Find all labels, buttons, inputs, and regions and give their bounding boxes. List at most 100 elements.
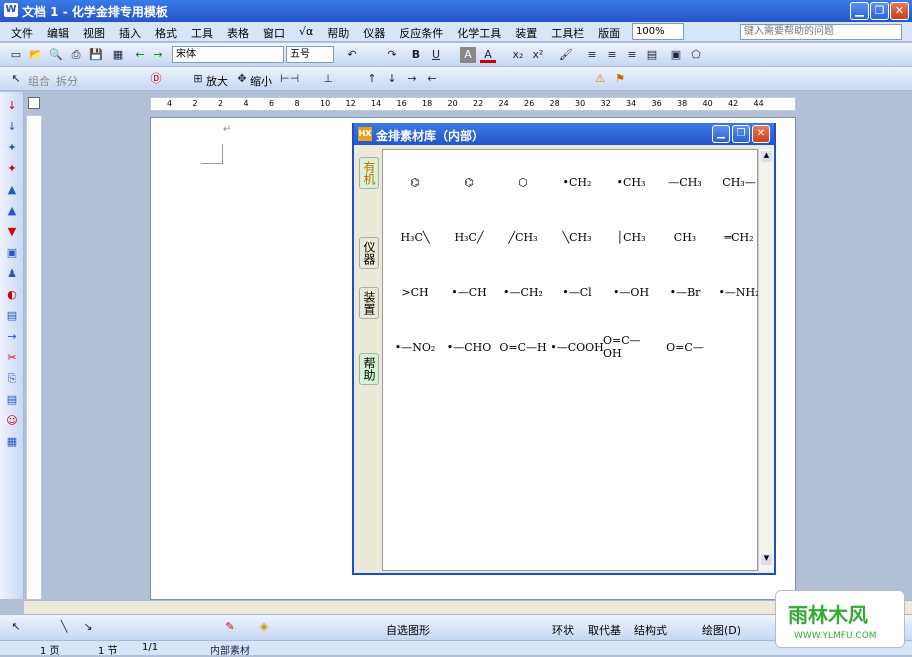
menu-item-8[interactable]: √α [292,25,320,41]
font-size-select[interactable]: 五号 [286,46,334,63]
chem-symbol-icon[interactable]: Ⓓ [148,71,164,87]
zoom-select[interactable]: 100% [632,23,684,40]
menu-item-9[interactable]: 帮助 [320,25,356,41]
line-color-icon[interactable]: ✎ [222,619,238,635]
structure-item[interactable]: •—COOH [549,327,605,367]
underline-icon[interactable]: U [428,47,444,63]
arrow-down-icon[interactable]: ↓ [384,71,400,87]
structure-item[interactable]: ⌬ [387,162,443,202]
tool-icon[interactable]: ▼ [4,224,20,240]
open-folder-icon[interactable]: 📂 [28,47,44,63]
frame-icon[interactable]: ▣ [668,47,684,63]
tab-organic[interactable]: 有机 [359,157,379,189]
expand-h-icon[interactable]: ⊢⊣ [280,71,299,87]
structure-item[interactable]: │CH₃ [603,217,659,257]
arrow-right-icon[interactable]: → [404,71,420,87]
forward-arrow-icon[interactable]: → [150,47,166,63]
horizontal-ruler[interactable]: 4 2 2 4 6 8 10 12 14 16 18 20 22 24 26 28 30 32 34 36 38 40 42… [150,97,796,111]
redo-icon[interactable]: ↷ [384,47,400,63]
save-icon[interactable]: 💾 [88,47,104,63]
structure-item[interactable]: ⬡ [495,162,551,202]
undo-icon[interactable]: ↶ [344,47,360,63]
ungroup-button[interactable]: 拆分 [56,73,78,89]
structure-item[interactable]: •—OH [603,272,659,312]
structure-item[interactable]: O=C— [657,327,713,367]
tool-icon[interactable]: ▲ [4,182,20,198]
tool-icon[interactable]: ⎘ [4,371,20,387]
tool-icon[interactable]: ▦ [4,434,20,450]
minimize-button[interactable]: ▁ [850,2,869,20]
tool-icon[interactable]: ✦ [4,161,20,177]
structure-item[interactable]: O=C—OH [603,327,659,367]
align-left-icon[interactable]: ≡ [584,47,600,63]
tool-icon[interactable]: ▣ [4,245,20,261]
zoom-out-button[interactable]: 缩小 [250,73,272,89]
tool-icon[interactable]: ▤ [4,392,20,408]
help-search-input[interactable]: 键入需要帮助的问题 [740,24,902,40]
structure-item[interactable]: CH₃ [657,217,713,257]
menu-item-0[interactable]: 文件 [4,25,40,41]
structure-item[interactable]: •—Cl [549,272,605,312]
new-doc-icon[interactable]: ▭ [8,47,24,63]
group-button[interactable]: 组合 [28,73,50,89]
dialog-close-button[interactable]: ✕ [752,125,770,143]
formula-menu[interactable]: 结构式 [634,622,667,638]
palette-scrollbar[interactable]: ▲ ▼ [758,149,774,571]
structure-item[interactable]: H₃C╲ [387,217,443,257]
structure-item[interactable]: O=C—H [495,327,551,367]
font-color-icon[interactable]: A [480,47,496,63]
vertical-ruler[interactable] [26,115,42,600]
structure-item[interactable]: —CH₃ [657,162,713,202]
menu-item-3[interactable]: 插入 [112,25,148,41]
print-preview-icon[interactable]: 🔍 [48,47,64,63]
fill-color-icon[interactable]: ◈ [256,619,272,635]
zoom-in-icon[interactable]: ⊞ [190,71,206,87]
tab-stop-selector[interactable] [28,97,40,109]
structure-item[interactable]: •CH₃ [603,162,659,202]
warning-icon[interactable]: ⚠ [592,71,608,87]
menu-item-14[interactable]: 工具栏 [544,25,591,41]
menu-item-13[interactable]: 装置 [508,25,544,41]
menu-item-11[interactable]: 反应条件 [392,25,450,41]
back-arrow-icon[interactable]: ← [132,47,148,63]
zoom-in-button[interactable]: 放大 [206,73,228,89]
structure-item[interactable]: •—CH₂ [495,272,551,312]
menu-item-12[interactable]: 化学工具 [450,25,508,41]
menu-item-1[interactable]: 编辑 [40,25,76,41]
dialog-minimize-button[interactable]: ▁ [712,125,730,143]
arrow-up-icon[interactable]: ↑ [364,71,380,87]
structure-item[interactable]: •—CH [441,272,497,312]
tab-help[interactable]: 帮助 [359,353,379,385]
restore-button[interactable]: ❐ [870,2,889,20]
structure-item[interactable]: >CH [387,272,443,312]
tool-icon[interactable]: ▲ [4,203,20,219]
format-painter-icon[interactable]: 🖌 [558,47,574,63]
draw-select-icon[interactable]: ↖ [8,619,24,635]
zoom-out-icon[interactable]: ✥ [234,71,250,87]
tool-icon[interactable]: ☺ [4,413,20,429]
tool-icon[interactable]: ↓ [4,98,20,114]
structure-item[interactable]: H₃C╱ [441,217,497,257]
close-button[interactable]: ✕ [890,2,909,20]
scroll-up-icon[interactable]: ▲ [761,151,772,162]
menu-item-7[interactable]: 窗口 [256,25,292,41]
menu-item-4[interactable]: 格式 [148,25,184,41]
draw-menu[interactable]: 绘图(D) [702,622,741,638]
ring-menu[interactable]: 环状 [552,622,574,638]
select-arrow-icon[interactable]: ↖ [8,71,24,87]
flag-icon[interactable]: ⚑ [612,71,628,87]
structure-item[interactable]: ⌬ [441,162,497,202]
table-icon[interactable]: ▦ [110,47,126,63]
structure-item[interactable]: ╲CH₃ [549,217,605,257]
superscript-icon[interactable]: x² [530,47,546,63]
autoshape-menu[interactable]: 自选图形 [386,622,430,638]
tool-icon[interactable]: → [4,329,20,345]
char-shading-icon[interactable]: A [460,47,476,63]
tool-icon[interactable]: ✂ [4,350,20,366]
menu-item-15[interactable]: 版面 [591,25,627,41]
structure-item[interactable]: •CH₂ [549,162,605,202]
tab-instrument[interactable]: 仪器 [359,237,379,269]
structure-item[interactable]: •—NO₂ [387,327,443,367]
arrow-icon[interactable]: ↘ [80,619,96,635]
dialog-maximize-button[interactable]: ❐ [732,125,750,143]
